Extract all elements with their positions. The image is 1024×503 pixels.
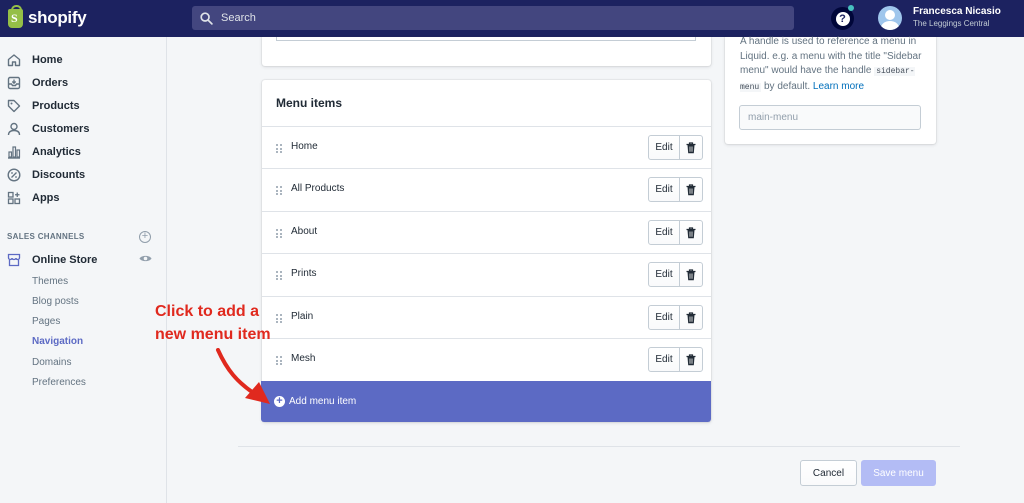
sidebar-subitem-pages[interactable]: Pages <box>32 316 60 327</box>
sidebar-item-label: Customers <box>32 123 90 135</box>
edit-button[interactable]: Edit <box>648 220 680 245</box>
handle-field[interactable] <box>739 105 921 130</box>
sidebar-subitem-domains[interactable]: Domains <box>32 357 71 368</box>
eye-icon[interactable] <box>139 254 152 263</box>
apps-icon <box>7 191 21 205</box>
delete-button[interactable] <box>679 177 703 202</box>
sidebar-item-analytics[interactable]: Analytics <box>0 141 167 163</box>
shopify-logo[interactable]: shopify <box>8 4 87 29</box>
sidebar-item-label: Discounts <box>32 169 86 181</box>
sidebar-item-discounts[interactable]: Discounts <box>0 164 167 186</box>
menu-item-label: Mesh <box>291 353 316 364</box>
trash-icon <box>686 141 696 153</box>
drag-handle-icon[interactable] <box>276 271 282 280</box>
sidebar-subitem-themes[interactable]: Themes <box>32 276 68 287</box>
menu-item-row[interactable]: Home Edit <box>262 126 711 169</box>
sidebar-item-orders[interactable]: Orders <box>0 72 167 94</box>
delete-button[interactable] <box>679 135 703 160</box>
discount-icon <box>7 168 21 182</box>
add-menu-item-label: Add menu item <box>289 396 357 407</box>
footer-divider <box>238 446 960 447</box>
menu-item-label: Prints <box>291 268 317 279</box>
online-store-label: Online Store <box>32 254 98 266</box>
annotation-text: Click to add a new menu item <box>155 303 271 343</box>
drag-handle-icon[interactable] <box>276 144 282 153</box>
plus-circle-icon: + <box>274 396 285 407</box>
search-input[interactable] <box>221 12 781 24</box>
menu-item-label: Home <box>291 141 318 152</box>
top-bar: shopify ? Francesca Nicasio The Leggings… <box>0 0 1024 37</box>
edit-button[interactable]: Edit <box>648 347 680 372</box>
sales-channels-heading: SALES CHANNELS <box>7 232 85 241</box>
delete-button[interactable] <box>679 220 703 245</box>
menu-item-label: Plain <box>291 311 314 322</box>
hint-text-2: by default. <box>761 80 813 92</box>
delete-button[interactable] <box>679 347 703 372</box>
store-name[interactable]: The Leggings Central <box>913 19 990 28</box>
menu-item-row[interactable]: Mesh Edit <box>262 338 711 381</box>
help-button[interactable]: ? <box>831 5 854 30</box>
person-icon <box>7 122 21 136</box>
trash-icon <box>686 353 696 365</box>
sidebar-item-label: Analytics <box>32 146 81 158</box>
drag-handle-icon[interactable] <box>276 229 282 238</box>
handle-hint: A handle is used to reference a menu in … <box>740 35 930 95</box>
edit-button[interactable]: Edit <box>648 305 680 330</box>
sidebar: Home Orders Products Customers Analytics… <box>0 37 167 503</box>
avatar[interactable] <box>878 6 902 30</box>
title-card <box>262 37 711 66</box>
sidebar-item-apps[interactable]: Apps <box>0 187 167 209</box>
annotation-arrow-icon <box>216 348 270 404</box>
sidebar-item-label: Home <box>32 54 63 66</box>
sidebar-item-label: Apps <box>32 192 60 204</box>
menu-item-row[interactable]: Plain Edit <box>262 296 711 339</box>
help-icon: ? <box>835 11 850 26</box>
sidebar-item-home[interactable]: Home <box>0 49 167 71</box>
search-icon <box>200 11 213 25</box>
trash-icon <box>686 268 696 280</box>
sidebar-subitem-navigation[interactable]: Navigation <box>32 336 83 347</box>
sidebar-item-label: Orders <box>32 77 69 89</box>
search-bar[interactable] <box>192 6 794 30</box>
orders-icon <box>7 76 21 90</box>
cancel-button[interactable]: Cancel <box>800 460 857 486</box>
learn-more-link[interactable]: Learn more <box>813 81 864 92</box>
menu-item-label: All Products <box>291 183 345 194</box>
menu-item-row[interactable]: Prints Edit <box>262 253 711 296</box>
menu-item-row[interactable]: About Edit <box>262 211 711 254</box>
trash-icon <box>686 311 696 323</box>
delete-button[interactable] <box>679 262 703 287</box>
drag-handle-icon[interactable] <box>276 186 282 195</box>
drag-handle-icon[interactable] <box>276 314 282 323</box>
sidebar-item-label: Products <box>32 100 80 112</box>
edit-button[interactable]: Edit <box>648 135 680 160</box>
add-menu-item-button[interactable]: + Add menu item <box>261 381 711 422</box>
drag-handle-icon[interactable] <box>276 356 282 365</box>
menu-items-title: Menu items <box>276 96 343 110</box>
store-icon <box>7 253 21 267</box>
bar-chart-icon <box>8 146 21 159</box>
sidebar-item-products[interactable]: Products <box>0 95 167 117</box>
add-channel-icon[interactable]: + <box>139 231 151 243</box>
trash-icon <box>686 226 696 238</box>
menu-item-label: About <box>291 226 318 237</box>
delete-button[interactable] <box>679 305 703 330</box>
tag-icon <box>7 99 21 113</box>
menu-item-row[interactable]: All Products Edit <box>262 168 711 211</box>
home-icon <box>7 54 21 67</box>
sidebar-subitem-blog-posts[interactable]: Blog posts <box>32 296 79 307</box>
notification-dot <box>848 5 854 11</box>
shopify-bag-icon <box>8 4 23 28</box>
title-input-edge[interactable] <box>276 37 696 41</box>
edit-button[interactable]: Edit <box>648 177 680 202</box>
sidebar-subitem-preferences[interactable]: Preferences <box>32 377 86 388</box>
trash-icon <box>686 183 696 195</box>
save-menu-button[interactable]: Save menu <box>861 460 936 486</box>
logo-text: shopify <box>28 8 87 27</box>
edit-button[interactable]: Edit <box>648 262 680 287</box>
sidebar-item-customers[interactable]: Customers <box>0 118 167 140</box>
user-name[interactable]: Francesca Nicasio <box>913 6 1001 17</box>
